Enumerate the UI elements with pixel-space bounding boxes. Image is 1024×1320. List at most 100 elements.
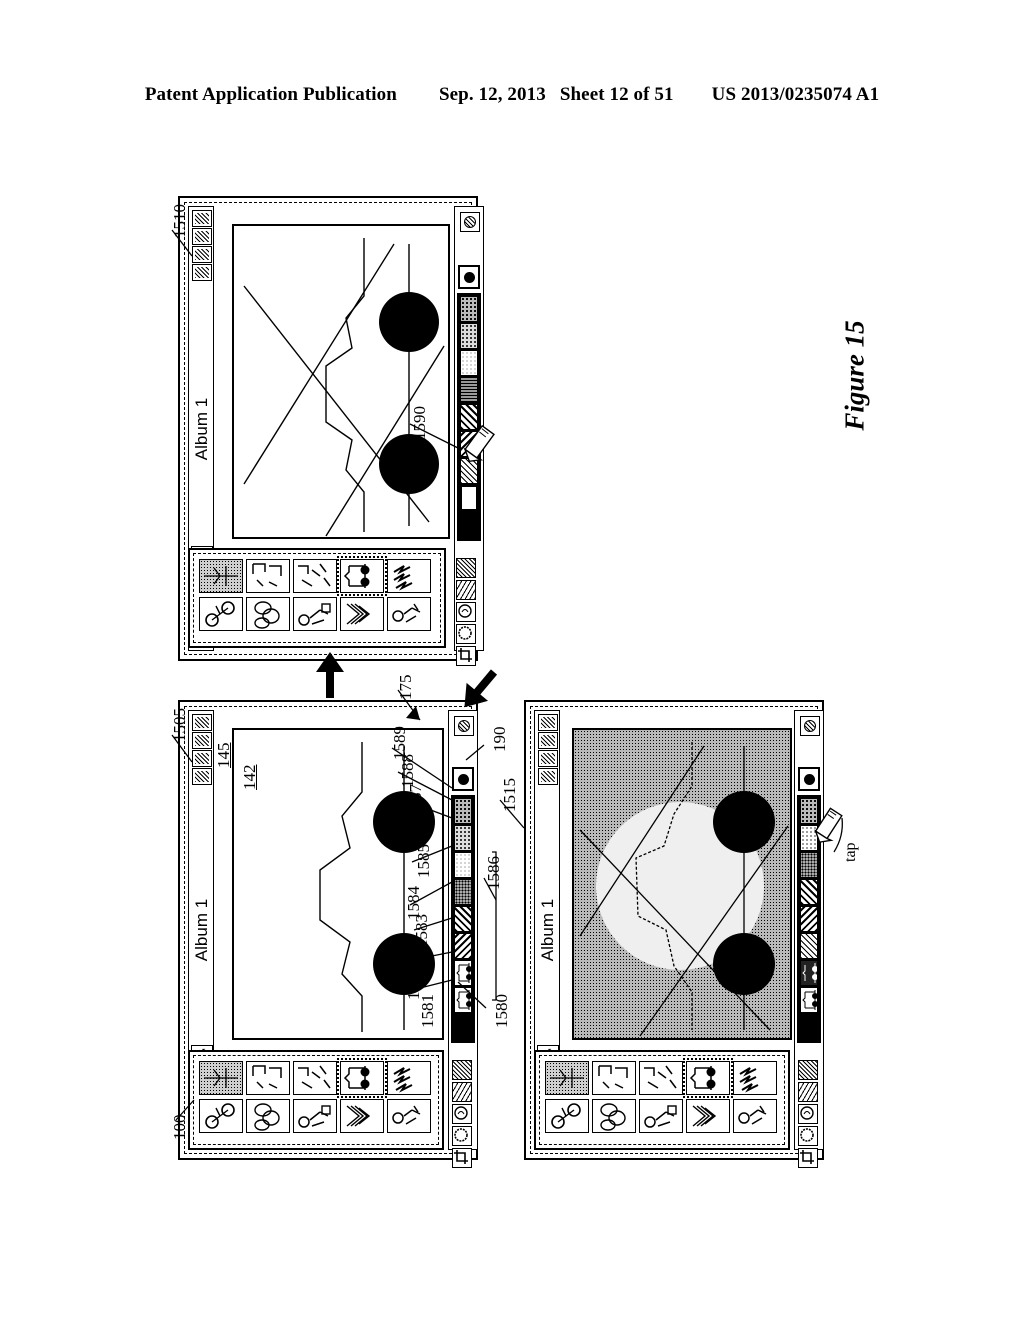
image-canvas[interactable] xyxy=(232,224,450,539)
effect-thumb-car-selected[interactable] xyxy=(337,1058,387,1098)
effect-thumb-bike[interactable] xyxy=(199,1099,243,1133)
filmstrip-thumb[interactable] xyxy=(800,933,818,959)
canvas-artwork xyxy=(243,238,445,537)
clock-icon[interactable] xyxy=(538,750,558,767)
filmstrip-thumb[interactable] xyxy=(460,296,478,322)
filmstrip-original-thumb[interactable] xyxy=(458,265,480,289)
filmstrip-thumb[interactable] xyxy=(800,879,818,905)
effect-thumb-original[interactable] xyxy=(545,1061,589,1095)
effect-thumb-poster[interactable] xyxy=(246,1061,290,1095)
tap-gesture-label: tap xyxy=(842,842,859,862)
image-canvas-filtered[interactable] xyxy=(572,728,792,1040)
effect-thumb-cutout[interactable] xyxy=(639,1099,683,1133)
filmstrip-thumb[interactable] xyxy=(454,852,472,878)
filmstrip-thumb[interactable] xyxy=(454,906,472,932)
device-stage-1510: Album 1 ↺ ? Back xyxy=(178,196,495,666)
effect-thumb-trees[interactable] xyxy=(246,1099,290,1133)
filmstrip-thumb[interactable] xyxy=(460,350,478,376)
effect-thumb-blur[interactable] xyxy=(340,597,384,631)
numeral-1585: 1585 xyxy=(414,844,433,878)
filmstrip-thumb[interactable] xyxy=(460,323,478,349)
vignette-icon[interactable] xyxy=(456,624,476,644)
crop-icon[interactable] xyxy=(456,646,476,666)
effect-thumb-lightning[interactable] xyxy=(387,1061,431,1095)
effect-thumb-lightning[interactable] xyxy=(733,1061,777,1095)
numeral-1580: 1580 xyxy=(492,994,511,1028)
phone-icon[interactable] xyxy=(192,264,212,281)
edit-icon[interactable] xyxy=(192,732,212,749)
numeral-1510: 1510 xyxy=(170,204,189,238)
share-icon[interactable] xyxy=(538,714,558,731)
settings-icon[interactable] xyxy=(454,716,474,736)
effect-thumb-lightning[interactable] xyxy=(387,559,431,593)
tune-icon[interactable] xyxy=(798,1082,818,1102)
filmstrip[interactable] xyxy=(451,795,475,1043)
effect-thumb-sketch[interactable] xyxy=(293,559,337,593)
vignette-icon[interactable] xyxy=(452,1126,472,1146)
filmstrip-thumb[interactable] xyxy=(800,906,818,932)
effect-thumb-poster[interactable] xyxy=(592,1061,636,1095)
effect-thumb-original[interactable] xyxy=(199,559,243,593)
filmstrip-original-thumb[interactable] xyxy=(452,767,474,791)
effect-thumb-original[interactable] xyxy=(199,1061,243,1095)
effect-thumb-car-selected[interactable] xyxy=(683,1058,733,1098)
edit-icon[interactable] xyxy=(192,228,212,245)
filmstrip-thumb[interactable] xyxy=(460,377,478,403)
crop-icon[interactable] xyxy=(798,1148,818,1168)
effect-thumb-sketch[interactable] xyxy=(293,1061,337,1095)
tune-icon[interactable] xyxy=(452,1082,472,1102)
crop-icon[interactable] xyxy=(452,1148,472,1168)
settings-icon[interactable] xyxy=(460,212,480,232)
effect-thumb-outline[interactable] xyxy=(387,1099,431,1133)
clock-icon[interactable] xyxy=(192,750,212,767)
numeral-1505: 1505 xyxy=(170,708,189,742)
vignette-icon[interactable] xyxy=(798,1126,818,1146)
share-icon[interactable] xyxy=(192,714,212,731)
effect-thumb-blur[interactable] xyxy=(686,1099,730,1133)
effect-thumb-cutout[interactable] xyxy=(293,597,337,631)
brush-icon[interactable] xyxy=(452,1104,472,1124)
brush-icon[interactable] xyxy=(798,1104,818,1124)
numeral-175: 175 xyxy=(396,674,415,701)
edit-icon[interactable] xyxy=(538,732,558,749)
effects-panel xyxy=(534,1050,790,1150)
effects-icon[interactable] xyxy=(452,1060,472,1080)
filmstrip-thumb[interactable] xyxy=(800,960,818,986)
effect-thumb-outline[interactable] xyxy=(733,1099,777,1133)
filmstrip-thumb[interactable] xyxy=(454,960,472,986)
effect-thumb-trees[interactable] xyxy=(246,597,290,631)
filmstrip-thumb[interactable] xyxy=(800,987,818,1013)
effects-icon[interactable] xyxy=(456,558,476,578)
filmstrip-thumb[interactable] xyxy=(454,987,472,1013)
effect-thumb-sketch[interactable] xyxy=(639,1061,683,1095)
filmstrip-original-thumb[interactable] xyxy=(798,767,820,791)
filmstrip-thumb-selected[interactable] xyxy=(460,485,478,511)
filmstrip-thumb[interactable] xyxy=(800,852,818,878)
brush-icon[interactable] xyxy=(456,602,476,622)
tune-icon[interactable] xyxy=(456,580,476,600)
effect-thumb-car-selected[interactable] xyxy=(337,556,387,596)
effects-icon[interactable] xyxy=(798,1060,818,1080)
effect-thumb-bike[interactable] xyxy=(199,597,243,631)
effect-thumb-trees[interactable] xyxy=(592,1099,636,1133)
phone-icon[interactable] xyxy=(192,768,212,785)
filmstrip-thumb[interactable] xyxy=(454,933,472,959)
effect-thumb-bike[interactable] xyxy=(545,1099,589,1133)
filmstrip-thumb[interactable] xyxy=(454,798,472,824)
effect-thumb-cutout[interactable] xyxy=(293,1099,337,1133)
titlebar-icon-group xyxy=(192,714,212,786)
effect-thumb-outline[interactable] xyxy=(387,597,431,631)
share-icon[interactable] xyxy=(192,210,212,227)
settings-icon[interactable] xyxy=(800,716,820,736)
effect-thumb-blur[interactable] xyxy=(340,1099,384,1133)
clock-icon[interactable] xyxy=(192,246,212,263)
phone-icon[interactable] xyxy=(538,768,558,785)
filmstrip[interactable] xyxy=(457,293,481,541)
wheel-front xyxy=(713,791,775,853)
filmstrip-thumb[interactable] xyxy=(454,825,472,851)
device-stage-1515: Album 1 ↺ ? Back xyxy=(524,700,843,1168)
wheel-front xyxy=(379,292,439,352)
filmstrip-thumb[interactable] xyxy=(454,879,472,905)
effect-thumb-poster[interactable] xyxy=(246,559,290,593)
effects-panel xyxy=(188,1050,444,1150)
